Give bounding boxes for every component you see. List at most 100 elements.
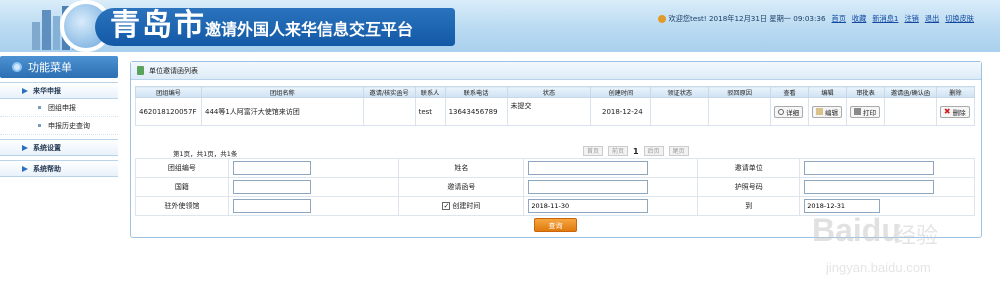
pager-next-button[interactable]: 后页 — [643, 146, 664, 156]
welcome-label: 欢迎您test! 2018年12月31日 星期一 09:03:36 — [668, 14, 826, 23]
cell-phone: 13643456789 — [444, 97, 508, 126]
form-row: 国籍 邀请函号 护照号码 — [135, 177, 975, 197]
cell-created: 2018-12-24 — [590, 97, 652, 126]
query-button[interactable]: 查询 — [534, 218, 577, 232]
magnifier-icon — [778, 108, 785, 115]
cell-license-status — [650, 97, 710, 126]
pager-info: 第1页，共1页，共1条 — [173, 150, 238, 158]
user-icon — [658, 15, 667, 23]
created-to-input[interactable] — [804, 199, 881, 213]
group-no-input[interactable] — [232, 161, 311, 175]
col-contact: 联系人 — [414, 86, 446, 98]
bullet-icon — [38, 124, 41, 127]
col-license-status: 领证状态 — [650, 86, 710, 98]
delete-x-icon: ✖ — [943, 107, 951, 116]
cell-approval: 打印 — [846, 97, 885, 126]
sidebar: 功能菜单 来华申报 团组申报 申报历史查询 系统设置 系统帮助 — [0, 56, 118, 296]
pager: 首页 前页 1 后页 尾页 — [583, 146, 689, 156]
logout-link[interactable]: 注销 — [904, 14, 918, 24]
created-time-label: 创建时间 — [452, 202, 481, 210]
edit-button[interactable]: 编辑 — [812, 105, 843, 118]
col-group-no: 团组编号 — [135, 86, 202, 98]
top-bar: 欢迎您test! 2018年12月31日 星期一 09:03:36 首页 收藏 … — [658, 12, 974, 26]
watermark-url: jingyan.baidu.com — [826, 260, 931, 275]
sidebar-item-apply-history[interactable]: 申报历史查询 — [0, 117, 118, 135]
menu-title: 功能菜单 — [28, 61, 72, 74]
pager-current: 1 — [633, 146, 639, 156]
col-delete: 删除 — [935, 86, 976, 98]
watermark-brand-cn: 经验 — [894, 224, 939, 249]
col-approval: 审批表 — [846, 86, 885, 98]
favorite-link[interactable]: 收藏 — [852, 14, 866, 24]
cell-status: 未提交 — [506, 97, 592, 126]
exit-link[interactable]: 退出 — [925, 14, 939, 24]
new-message-link[interactable]: 新消息1 — [872, 14, 898, 24]
cell-reject-reason — [708, 97, 772, 126]
nationality-input[interactable] — [232, 180, 311, 194]
search-form: 团组编号 姓名 邀请单位 国籍 邀请函号 护照号码 驻外使领馆 ✓ 创建时间 2… — [135, 158, 975, 216]
baidu-watermark: Baidu 经验 jingyan.baidu.com — [760, 212, 990, 296]
welcome-text: 欢迎您test! 2018年12月31日 星期一 09:03:36 — [658, 14, 826, 24]
bullet-icon — [38, 106, 41, 109]
table-header-row: 团组编号 团组名称 邀请/核实函号 联系人 联系电话 状态 创建时间 领证状态 … — [135, 86, 976, 98]
app-title: 青岛市 — [110, 8, 206, 43]
created-from-input[interactable] — [528, 199, 649, 213]
app-subtitle: 邀请外国人来华信息交互平台 — [205, 20, 414, 39]
col-phone: 联系电话 — [444, 86, 508, 98]
col-letter: 邀请函/确认函 — [883, 86, 937, 98]
delete-label: 删除 — [952, 108, 966, 117]
pager-last-button[interactable]: 尾页 — [668, 146, 689, 156]
col-edit: 编辑 — [808, 86, 848, 98]
cell-view: 详细 — [770, 97, 810, 126]
pager-prev-button[interactable]: 前页 — [608, 146, 629, 156]
watermark-brand: Baidu — [812, 212, 901, 248]
printer-icon — [854, 108, 862, 115]
cell-edit: 编辑 — [808, 97, 848, 126]
pager-first-button[interactable]: 首页 — [583, 146, 604, 156]
col-view: 查看 — [770, 86, 810, 98]
col-letter-no: 邀请/核实函号 — [362, 86, 416, 98]
invitation-table: 团组编号 团组名称 邀请/核实函号 联系人 联系电话 状态 创建时间 领证状态 … — [135, 86, 976, 126]
unit-label: 邀请单位 — [697, 158, 801, 178]
cell-group-name: 444等1人阿富汗大使馆来访团 — [200, 97, 364, 126]
view-detail-label: 详细 — [786, 108, 800, 117]
view-detail-button[interactable]: 详细 — [774, 105, 804, 118]
delete-button[interactable]: ✖ 删除 — [939, 105, 970, 118]
sidebar-item-group-apply[interactable]: 团组申报 — [0, 99, 118, 117]
nationality-label: 国籍 — [135, 177, 229, 197]
col-created: 创建时间 — [590, 86, 652, 98]
col-status: 状态 — [506, 86, 592, 98]
passport-label: 护照号码 — [697, 177, 801, 197]
edit-icon — [816, 108, 824, 115]
sidebar-section-label: 来华申报 — [33, 86, 61, 95]
checkmark-icon: ✓ — [442, 202, 451, 210]
embassy-input[interactable] — [232, 199, 311, 213]
print-button[interactable]: 打印 — [850, 105, 881, 118]
sidebar-section-label: 系统帮助 — [33, 164, 61, 173]
cell-group-no: 462018120057F — [135, 97, 202, 126]
arrow-right-icon — [22, 165, 28, 172]
home-link[interactable]: 首页 — [832, 14, 846, 24]
col-group-name: 团组名称 — [200, 86, 364, 98]
created-time-checkbox[interactable]: ✓ 创建时间 — [442, 201, 480, 211]
sidebar-item-label: 团组申报 — [48, 103, 76, 112]
letter-no-input[interactable] — [528, 180, 649, 194]
cell-delete: ✖ 删除 — [935, 97, 976, 126]
letter-no-label: 邀请函号 — [398, 177, 525, 197]
edit-label: 编辑 — [825, 108, 839, 117]
cell-contact: test — [414, 97, 446, 126]
menu-header: 功能菜单 — [0, 56, 118, 78]
panel-header: 单位邀请函列表 — [131, 62, 981, 80]
col-reject-reason: 驳回原因 — [708, 86, 772, 98]
name-input[interactable] — [528, 161, 649, 175]
header: 青岛市 邀请外国人来华信息交互平台 欢迎您test! 2018年12月31日 星… — [0, 0, 1000, 52]
cell-letter-no — [362, 97, 416, 126]
sidebar-section-system-help[interactable]: 系统帮助 — [0, 160, 118, 177]
passport-input[interactable] — [804, 180, 935, 194]
sidebar-section-china-apply[interactable]: 来华申报 — [0, 82, 118, 99]
sidebar-section-system-settings[interactable]: 系统设置 — [0, 139, 118, 156]
switch-skin-link[interactable]: 切换皮肤 — [945, 14, 974, 24]
unit-input[interactable] — [804, 161, 935, 175]
table-row: 462018120057F 444等1人阿富汗大使馆来访团 test 13643… — [135, 97, 976, 126]
panel-title: 单位邀请函列表 — [149, 66, 198, 75]
